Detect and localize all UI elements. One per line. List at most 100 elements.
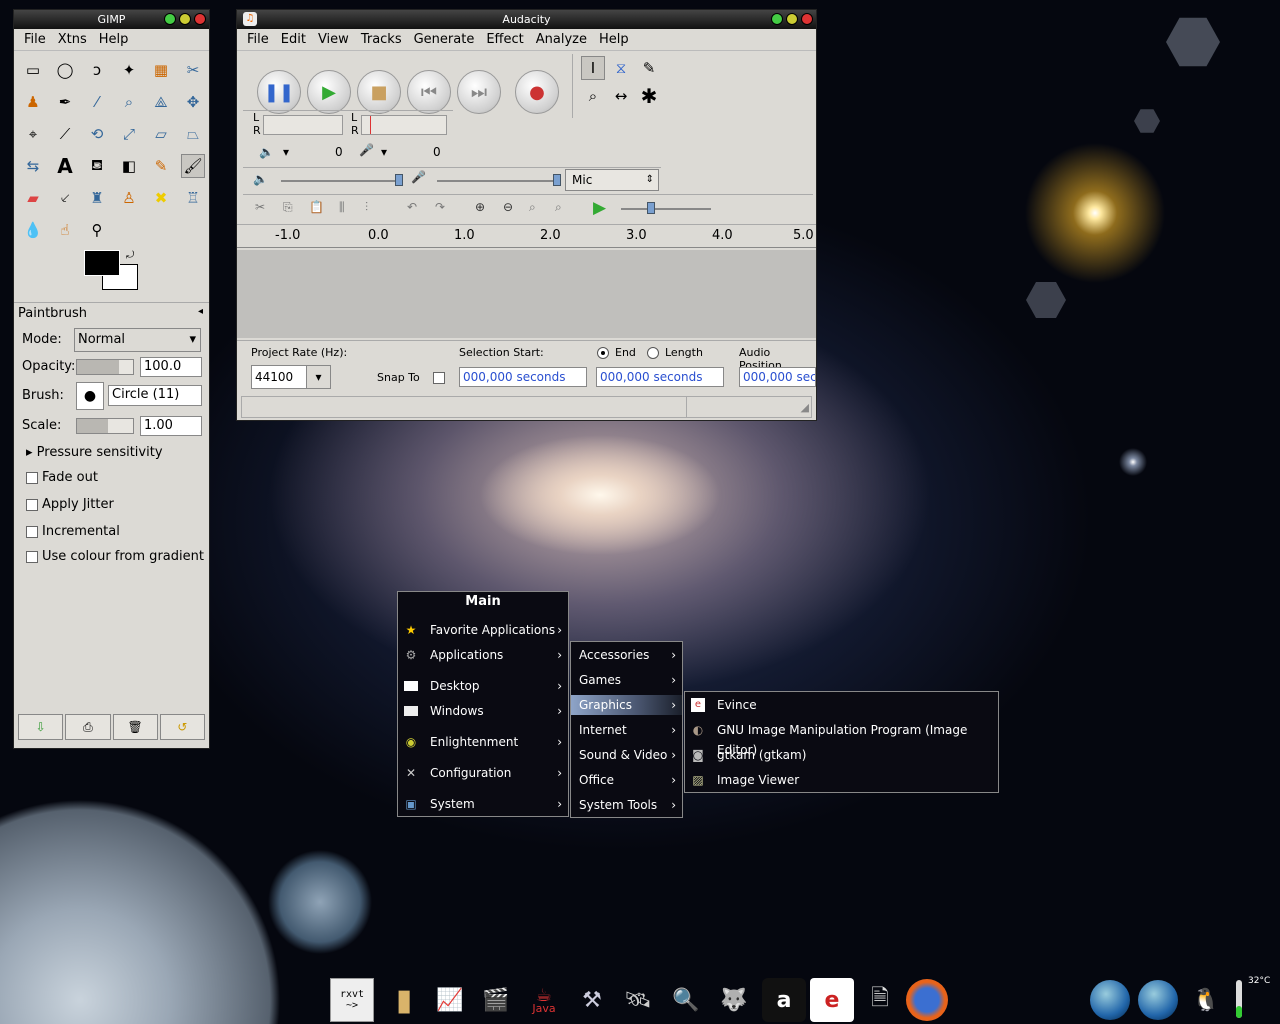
gimp-menu-file[interactable]: File (18, 32, 52, 47)
copy-icon[interactable]: ⎘ (283, 200, 293, 215)
crop-icon[interactable]: ⟋ (53, 122, 77, 146)
menu-games[interactable]: Games › (571, 670, 682, 690)
pause-button[interactable]: ❚❚ (257, 70, 301, 114)
dodge-burn-icon[interactable]: ⚲ (85, 218, 109, 242)
length-radio[interactable] (647, 347, 659, 359)
menu-image-viewer[interactable]: ▨ Image Viewer (685, 770, 998, 790)
menu-gimp[interactable]: ◐ GNU Image Manipulation Program (Image E… (685, 720, 998, 757)
menu-favorite-applications[interactable]: ★ Favorite Applications › (398, 620, 568, 640)
menu-accessories[interactable]: Accessories › (571, 645, 682, 665)
rotate-icon[interactable]: ⟲ (85, 122, 109, 146)
project-rate-combo[interactable]: 44100 ▾ (251, 365, 331, 389)
aud-menu-tracks[interactable]: Tracks (355, 32, 408, 47)
aud-menu-edit[interactable]: Edit (275, 32, 312, 47)
menu-applications[interactable]: ⚙ Applications › (398, 645, 568, 665)
bucket-fill-icon[interactable]: ⛾ (85, 154, 109, 178)
speaker-icon[interactable]: 🔈 (259, 145, 274, 159)
aud-menu-help[interactable]: Help (593, 32, 635, 47)
menu-system-tools[interactable]: System Tools › (571, 795, 682, 815)
aud-menu-view[interactable]: View (312, 32, 355, 47)
package-manager-launcher[interactable]: 🛰 (616, 978, 660, 1022)
fuzzy-select-icon[interactable]: ✦ (117, 58, 141, 82)
track-area[interactable] (237, 250, 816, 338)
skip-start-button[interactable]: ⏮ (407, 70, 451, 114)
tool-options-menu-icon[interactable]: ◂ (198, 306, 203, 317)
eraser-icon[interactable]: ▰ (21, 186, 45, 210)
zoom-out-icon[interactable]: ⊖ (503, 200, 513, 214)
menu-graphics[interactable]: Graphics › (571, 695, 682, 715)
timeshift-tool-icon[interactable]: ↔ (609, 84, 633, 108)
file-manager-launcher[interactable]: ▮ (382, 978, 426, 1022)
menu-enlightenment[interactable]: ◉ Enlightenment › (398, 732, 568, 752)
zoom-tool-icon[interactable]: ⌕ (581, 84, 605, 108)
clone-icon[interactable]: ♙ (117, 186, 141, 210)
menu-internet[interactable]: Internet › (571, 720, 682, 740)
menu-configuration[interactable]: ✕ Configuration › (398, 763, 568, 783)
blend-icon[interactable]: ◧ (117, 154, 141, 178)
apply-jitter-checkbox[interactable] (26, 499, 38, 511)
menu-system[interactable]: ▣ System › (398, 794, 568, 814)
recording-volume-slider[interactable] (437, 174, 561, 186)
fit-selection-icon[interactable]: ⌕ (529, 200, 536, 215)
zoom-in-icon[interactable]: ⊕ (475, 200, 485, 214)
free-select-icon[interactable]: ↄ (85, 58, 109, 82)
opacity-field[interactable]: 100.0 (140, 357, 202, 377)
aud-menu-effect[interactable]: Effect (480, 32, 529, 47)
aud-menu-file[interactable]: File (241, 32, 275, 47)
reset-options-button[interactable]: ↺ (159, 714, 205, 740)
evince-launcher[interactable]: e (810, 978, 854, 1022)
network-globe-icon[interactable] (1090, 980, 1130, 1020)
opacity-slider[interactable] (76, 359, 134, 375)
maximize-button[interactable] (786, 13, 798, 25)
menu-evince[interactable]: e Evince (685, 695, 998, 715)
image-viewer-launcher[interactable]: 🔍 (664, 978, 708, 1022)
fade-out-checkbox[interactable] (26, 472, 38, 484)
menu-sound-video[interactable]: Sound & Video › (571, 745, 682, 765)
video-editor-launcher[interactable]: 🎬 (474, 978, 518, 1022)
selection-end-field[interactable]: 000,000 seconds (596, 367, 724, 387)
network-globe-icon[interactable] (1138, 980, 1178, 1020)
save-options-button[interactable]: ⇩ (18, 714, 64, 740)
delete-options-button[interactable]: 🗑 (112, 714, 158, 740)
brush-preview-button[interactable]: ● (76, 382, 104, 410)
paintbrush-icon[interactable]: 🖌 (181, 154, 205, 178)
resize-grip-icon[interactable]: ◢ (801, 401, 809, 414)
envelope-tool-icon[interactable]: ⧖ (609, 56, 633, 80)
aud-menu-generate[interactable]: Generate (408, 32, 481, 47)
paste-icon[interactable]: 📋 (309, 200, 324, 214)
text-icon[interactable]: A (53, 154, 77, 178)
menu-gtkam[interactable]: ◙ gtkam (gtkam) (685, 745, 998, 765)
playback-volume-slider[interactable] (281, 174, 403, 186)
timeline-ruler[interactable]: -1.0 0.0 1.0 2.0 3.0 4.0 5.0 (237, 224, 816, 248)
end-radio[interactable] (597, 347, 609, 359)
play-speed-slider[interactable] (621, 202, 711, 214)
flip-icon[interactable]: ⇆ (21, 154, 45, 178)
gimp-menu-xtns[interactable]: Xtns (52, 32, 93, 47)
redo-icon[interactable]: ↷ (435, 200, 445, 214)
minimize-button[interactable] (164, 13, 176, 25)
perspective-icon[interactable]: ⏢ (181, 122, 205, 146)
microphone-icon[interactable]: 🎤 (359, 143, 374, 157)
airbrush-icon[interactable]: ⸔ (53, 186, 77, 210)
menu-windows[interactable]: Windows › (398, 701, 568, 721)
record-button[interactable]: ● (515, 70, 559, 114)
chevron-down-icon[interactable]: ▾ (283, 145, 289, 159)
blur-icon[interactable]: 💧 (21, 218, 45, 242)
skip-end-button[interactable]: ⏭ (457, 70, 501, 114)
penguin-icon[interactable]: 🐧 (1184, 978, 1228, 1022)
firefox-launcher[interactable] (906, 979, 948, 1021)
perspective-clone-icon[interactable]: ♖ (181, 186, 205, 210)
fit-project-icon[interactable]: ⌕ (555, 200, 562, 215)
undo-icon[interactable]: ↶ (407, 200, 417, 214)
align-icon[interactable]: ⌖ (21, 122, 45, 146)
scissors-icon[interactable]: ✂ (181, 58, 205, 82)
settings-launcher[interactable]: ⚒ (570, 978, 614, 1022)
mode-select[interactable]: Normal ▾ (74, 328, 201, 352)
stop-button[interactable]: ■ (357, 70, 401, 114)
rect-select-icon[interactable]: ▭ (21, 58, 45, 82)
play-at-speed-icon[interactable]: ▶ (593, 198, 606, 218)
fg-bg-colors[interactable]: ⤾ (84, 250, 144, 295)
close-button[interactable] (801, 13, 813, 25)
cut-icon[interactable]: ✂ (255, 200, 265, 214)
audacity-title-bar[interactable]: ♫ Audacity (237, 10, 816, 29)
